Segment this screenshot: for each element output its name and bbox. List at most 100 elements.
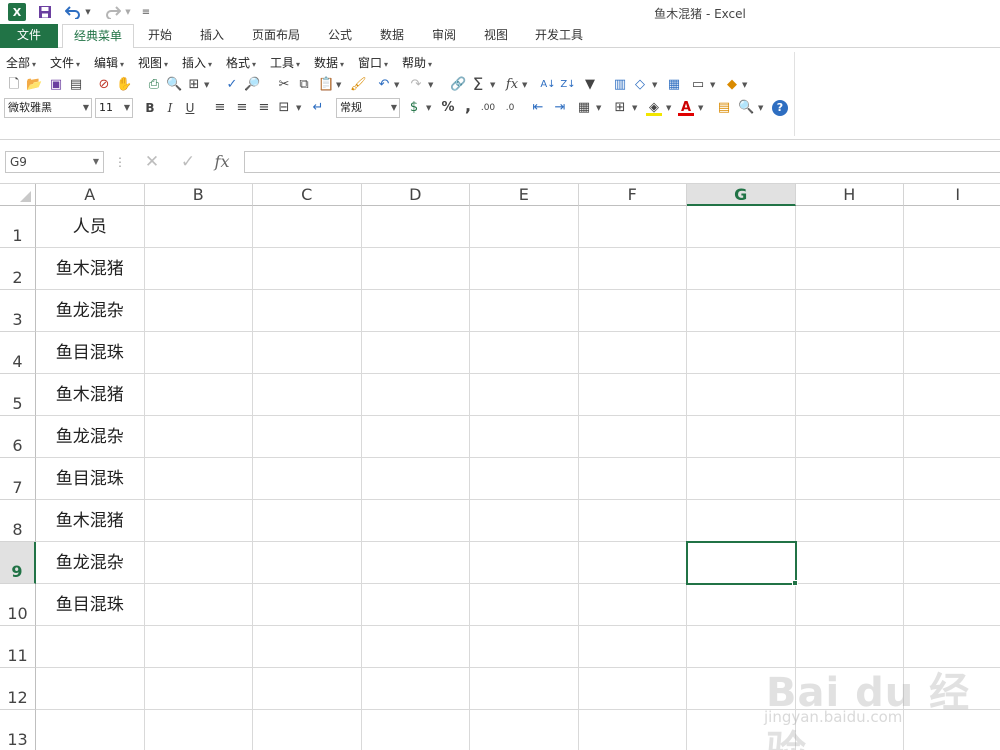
sort-ascending-icon[interactable]: A↓ [540, 77, 556, 93]
sort-descending-icon[interactable]: Z↓ [560, 77, 576, 93]
align-right-icon[interactable]: ≡ [256, 100, 272, 116]
cell-b7[interactable] [144, 458, 253, 500]
copy-icon[interactable]: ⧉ [296, 77, 312, 93]
cell-b3[interactable] [144, 290, 253, 332]
row-header-4[interactable]: 4 [0, 332, 36, 374]
font-name-select[interactable]: 微软雅黑 ▼ [4, 98, 92, 118]
cell-d11[interactable] [361, 626, 470, 668]
cell-b2[interactable] [144, 248, 253, 290]
cell-d12[interactable] [361, 668, 470, 710]
cell-b6[interactable] [144, 416, 253, 458]
chevron-down-icon[interactable]: ▼ [428, 77, 434, 93]
menu-edit[interactable]: 编辑 ▾ [94, 54, 124, 71]
formula-input[interactable] [244, 151, 1000, 173]
tab-developer[interactable]: 开发工具 [526, 24, 592, 48]
cell-d7[interactable] [361, 458, 470, 500]
comment-icon[interactable]: ▭ [690, 77, 706, 93]
permission-icon[interactable]: ✋ [116, 77, 132, 93]
cell-f10[interactable] [578, 584, 687, 626]
cell-b10[interactable] [144, 584, 253, 626]
cell-a10[interactable]: 鱼目混珠 [36, 584, 145, 626]
cell-i8[interactable] [904, 500, 1000, 542]
cut-icon[interactable]: ✂ [276, 77, 292, 93]
currency-icon[interactable]: $ [406, 100, 422, 116]
find-icon[interactable]: 🔍 [738, 100, 754, 116]
cell-a1[interactable]: 人员 [36, 206, 145, 248]
cell-g3[interactable] [687, 290, 796, 332]
cell-e6[interactable] [470, 416, 579, 458]
cell-i4[interactable] [904, 332, 1000, 374]
menu-help[interactable]: 帮助 ▾ [402, 54, 432, 71]
increase-indent-icon[interactable]: ⇥ [552, 100, 568, 116]
cell-c1[interactable] [253, 206, 362, 248]
percent-button[interactable]: % [440, 100, 456, 116]
research-icon[interactable]: 🔎 [244, 77, 260, 93]
print-preview-icon[interactable]: 🔍 [166, 77, 182, 93]
cell-i1[interactable] [904, 206, 1000, 248]
cell-a12[interactable] [36, 668, 145, 710]
cell-borders-icon[interactable]: ⊞ [612, 100, 628, 116]
row-header-3[interactable]: 3 [0, 290, 36, 332]
tab-review[interactable]: 审阅 [422, 24, 466, 48]
cell-e2[interactable] [470, 248, 579, 290]
cell-a5[interactable]: 鱼木混猪 [36, 374, 145, 416]
wrap-text-icon[interactable]: ↵ [310, 100, 326, 116]
align-left-icon[interactable]: ≡ [212, 100, 228, 116]
cell-f3[interactable] [578, 290, 687, 332]
chevron-down-icon[interactable]: ▼ [698, 100, 704, 116]
menu-all[interactable]: 全部 ▾ [6, 54, 36, 71]
cell-c2[interactable] [253, 248, 362, 290]
new-document-icon[interactable]: 🗋 [6, 77, 22, 93]
cell-i6[interactable] [904, 416, 1000, 458]
cell-e8[interactable] [470, 500, 579, 542]
cell-h10[interactable] [795, 584, 904, 626]
cell-b11[interactable] [144, 626, 253, 668]
chevron-down-icon[interactable]: ▼ [758, 100, 764, 116]
warning-icon[interactable]: ◆ [724, 77, 740, 93]
increase-decimal-icon[interactable]: .00 [480, 100, 496, 116]
print-icon[interactable]: ⎙ [146, 77, 162, 93]
cell-i3[interactable] [904, 290, 1000, 332]
cell-c13[interactable] [253, 710, 362, 750]
tab-home[interactable]: 开始 [138, 24, 182, 48]
cell-d3[interactable] [361, 290, 470, 332]
column-header-d[interactable]: D [361, 184, 470, 206]
insert-function-icon[interactable]: fx [212, 152, 232, 172]
cell-f12[interactable] [578, 668, 687, 710]
cell-a4[interactable]: 鱼目混珠 [36, 332, 145, 374]
cell-a13[interactable] [36, 710, 145, 750]
cell-g5[interactable] [687, 374, 796, 416]
cell-g4[interactable] [687, 332, 796, 374]
cell-g6[interactable] [687, 416, 796, 458]
cell-e10[interactable] [470, 584, 579, 626]
format-painter-icon[interactable]: 🖌 [350, 77, 367, 93]
row-header-1[interactable]: 1 [0, 206, 36, 248]
cell-e4[interactable] [470, 332, 579, 374]
row-header-5[interactable]: 5 [0, 374, 36, 416]
chart-icon[interactable]: ▥ [612, 77, 628, 93]
menu-data[interactable]: 数据 ▾ [314, 54, 344, 71]
function-icon[interactable]: fx [504, 77, 520, 93]
insert-icon[interactable]: ⊞ [186, 77, 202, 93]
menu-file[interactable]: 文件 ▾ [50, 54, 80, 71]
cell-f7[interactable] [578, 458, 687, 500]
row-header-7[interactable]: 7 [0, 458, 36, 500]
close-file-icon[interactable]: ⊘ [96, 77, 112, 93]
cell-a6[interactable]: 鱼龙混杂 [36, 416, 145, 458]
tab-classic-menu[interactable]: 经典菜单 [62, 24, 134, 49]
hyperlink-icon[interactable]: 🔗 [450, 77, 466, 93]
menu-tools[interactable]: 工具 ▾ [270, 54, 300, 71]
row-header-2[interactable]: 2 [0, 248, 36, 290]
shapes-icon[interactable]: ◇ [632, 77, 648, 93]
tab-page-layout[interactable]: 页面布局 [244, 24, 308, 48]
cell-d2[interactable] [361, 248, 470, 290]
cell-c6[interactable] [253, 416, 362, 458]
cell-a11[interactable] [36, 626, 145, 668]
merge-center-icon[interactable]: ⊟ [276, 100, 292, 116]
table-icon[interactable]: ▦ [666, 77, 682, 93]
cell-h6[interactable] [795, 416, 904, 458]
cell-c10[interactable] [253, 584, 362, 626]
tab-file[interactable]: 文件 [0, 24, 58, 48]
column-header-g[interactable]: G [687, 184, 796, 206]
cell-i10[interactable] [904, 584, 1000, 626]
